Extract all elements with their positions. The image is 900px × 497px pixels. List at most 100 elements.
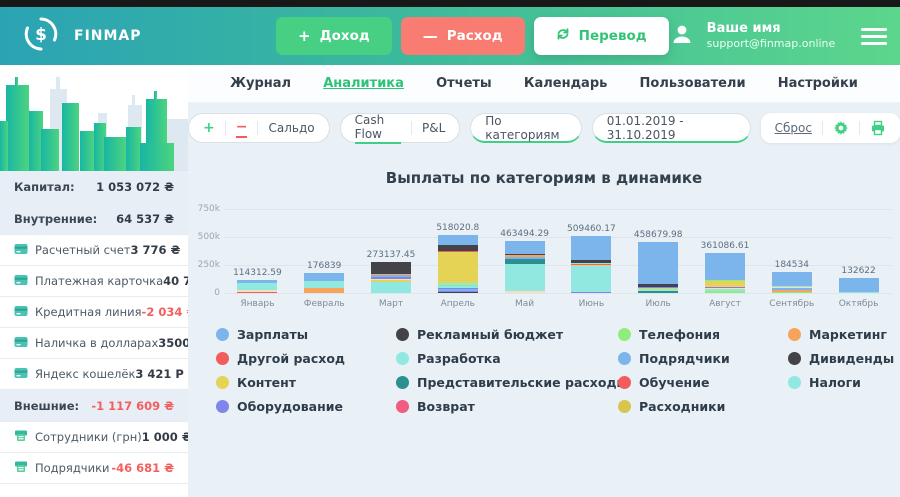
x-tick-label: Февраль [291, 299, 358, 309]
grouping-select[interactable]: По категориям [470, 113, 582, 143]
legend-dot [216, 400, 229, 413]
print-icon[interactable] [870, 120, 886, 136]
bar-segment[interactable] [839, 292, 879, 293]
saldo-plus-toggle[interactable]: + [203, 120, 215, 136]
bar-sep[interactable] [772, 272, 812, 293]
legend-item[interactable]: Обучение [618, 375, 788, 390]
bar-slot-mar: 273137.45 [358, 209, 425, 293]
bar-segment[interactable] [505, 264, 545, 291]
bar-segment[interactable] [772, 272, 812, 286]
transfer-button[interactable]: Перевод [534, 17, 669, 55]
pnl-tab[interactable]: P&L [422, 121, 445, 135]
bar-segment[interactable] [705, 291, 745, 293]
sidebar-row-payment-card[interactable]: Платежная карточка40 725 ₴ [0, 266, 188, 297]
tab-calendar[interactable]: Календарь [524, 76, 608, 91]
legend-item[interactable]: Телефония [618, 327, 788, 342]
bar-oct[interactable] [839, 278, 879, 293]
bar-segment[interactable] [571, 292, 611, 293]
bar-aug[interactable] [705, 253, 745, 293]
bar-segment[interactable] [304, 273, 344, 281]
bar-segment[interactable] [839, 278, 879, 292]
bar-total-label: 114312.59 [233, 268, 282, 278]
legend-item[interactable]: Возврат [396, 399, 618, 414]
user-email: support@finmap.online [707, 37, 836, 51]
saldo-label: Сальдо [268, 121, 314, 135]
legend-item[interactable]: Маркетинг [788, 327, 900, 342]
brand-block[interactable]: $ FINMAP [0, 15, 188, 57]
sidebar-row-employees-uah[interactable]: Сотрудники (грн)1 000 ₴ [0, 422, 188, 453]
y-axis-labels: 750k500k250k0 [194, 209, 224, 293]
bar-segment[interactable] [304, 281, 344, 288]
plot-area: 114312.59176839273137.45518020.8463494.2… [224, 209, 892, 293]
date-range-picker[interactable]: 01.01.2019 - 31.10.2019 [592, 113, 751, 143]
bar-jun[interactable] [571, 236, 611, 293]
sidebar-row-label: Внешние: [14, 399, 79, 413]
x-tick-label: Октябрь [825, 299, 892, 309]
bar-total-label: 463494.29 [500, 229, 549, 239]
bar-apr[interactable] [438, 235, 478, 293]
saldo-toggle[interactable]: + − Сальдо [188, 113, 330, 143]
tab-analytics[interactable]: Аналитика [323, 76, 404, 91]
bar-segment[interactable] [438, 252, 478, 283]
legend-dot [216, 352, 229, 365]
legend-dot [788, 376, 801, 389]
legend-item[interactable]: Контент [216, 375, 396, 390]
legend-item[interactable]: Расходники [618, 399, 788, 414]
legend-item[interactable]: Рекламный бюджет [396, 327, 618, 342]
tab-journal[interactable]: Журнал [230, 76, 291, 91]
bar-segment[interactable] [505, 241, 545, 253]
bar-segment[interactable] [237, 292, 277, 293]
account-icon [14, 242, 28, 259]
bar-segment[interactable] [304, 288, 344, 293]
tab-users[interactable]: Пользователи [640, 76, 746, 91]
legend-item[interactable]: Подрядчики [618, 351, 788, 366]
bar-segment[interactable] [772, 292, 812, 293]
reset-filters-link[interactable]: Сброс [775, 121, 812, 135]
bar-segment[interactable] [505, 291, 545, 293]
sidebar-row-credit-line[interactable]: Кредитная линия-2 034 ₴ [0, 297, 188, 328]
bar-segment[interactable] [371, 282, 411, 293]
report-type-toggle[interactable]: Cash Flow P&L [340, 113, 461, 143]
bar-jul[interactable] [638, 242, 678, 293]
bar-total-label: 509460.17 [567, 224, 616, 234]
cashflow-tab[interactable]: Cash Flow [355, 113, 402, 144]
legend-item[interactable]: Другой расход [216, 351, 396, 366]
bar-jan[interactable] [237, 280, 277, 293]
sidebar-row-cash-usd[interactable]: Наличка в долларах3500 $ [0, 328, 188, 359]
sidebar-row-contractors[interactable]: Подрядчики-46 681 ₴ [0, 453, 188, 484]
settings-gear-icon[interactable] [833, 120, 849, 136]
legend-dot [618, 400, 631, 413]
tab-settings[interactable]: Настройки [778, 76, 858, 91]
bar-segment[interactable] [438, 235, 478, 245]
sidebar-row-checking-account[interactable]: Расчетный счет3 776 ₴ [0, 235, 188, 266]
tab-reports[interactable]: Отчеты [436, 76, 492, 91]
bar-segment[interactable] [571, 236, 611, 260]
bar-mar[interactable] [371, 262, 411, 293]
legend-item[interactable]: Налоги [788, 375, 900, 390]
bar-may[interactable] [505, 241, 545, 293]
sidebar-row-label: Расчетный счет [35, 243, 131, 257]
saldo-minus-toggle[interactable]: − [236, 119, 248, 138]
bar-feb[interactable] [304, 273, 344, 293]
legend-item[interactable]: Разработка [396, 351, 618, 366]
bar-segment[interactable] [571, 266, 611, 292]
bar-segment[interactable] [371, 262, 411, 273]
legend-item[interactable]: Представительские расходы [396, 375, 618, 390]
expense-button[interactable]: — Расход [401, 17, 525, 55]
bar-total-label: 132622 [841, 266, 875, 276]
legend-item[interactable]: Дивиденды [788, 351, 900, 366]
bar-slot-oct: 132622 [825, 209, 892, 293]
bar-segment[interactable] [638, 242, 678, 284]
sidebar-row-yandex-wallet[interactable]: Яндекс кошелёк3 421 Р [0, 359, 188, 390]
user-avatar-icon [669, 21, 695, 51]
legend-item[interactable]: Зарплаты [216, 327, 396, 342]
bar-segment[interactable] [438, 292, 478, 293]
sidebar-row-value: 64 537 ₴ [116, 212, 174, 226]
user-block[interactable]: Ваше имя support@finmap.online [669, 21, 900, 51]
legend-item[interactable]: Оборудование [216, 399, 396, 414]
finmap-logo-icon: $ [22, 15, 60, 57]
menu-hamburger-icon[interactable] [861, 28, 887, 45]
bar-segment[interactable] [638, 291, 678, 293]
bar-segment[interactable] [705, 253, 745, 281]
income-button[interactable]: + Доход [276, 17, 392, 55]
